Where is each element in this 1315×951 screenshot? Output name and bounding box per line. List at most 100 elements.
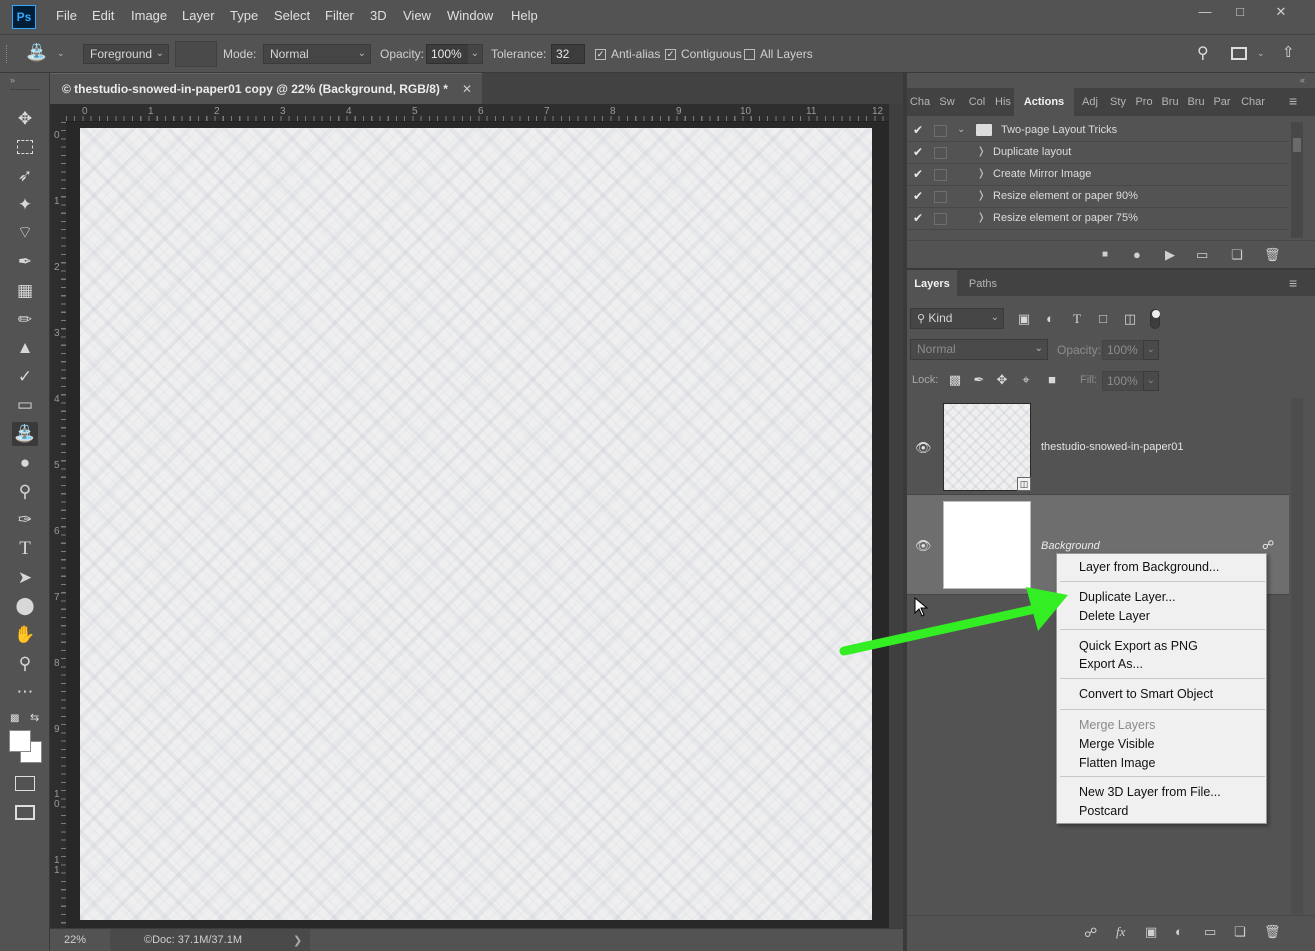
- lock-image-icon[interactable]: ✒: [970, 372, 988, 388]
- screen-mode-icon[interactable]: [15, 805, 35, 820]
- path-select-icon[interactable]: ➤: [12, 566, 38, 590]
- chevron-right-icon[interactable]: ❭: [977, 146, 985, 157]
- pen-icon[interactable]: ✑: [12, 508, 38, 532]
- tab-paths[interactable]: Paths: [959, 270, 1007, 298]
- foreground-color-swatch[interactable]: [9, 730, 31, 752]
- menu-filter[interactable]: Filter: [325, 8, 354, 23]
- pattern-picker[interactable]: [175, 41, 217, 67]
- workspace-icon[interactable]: [1231, 47, 1247, 60]
- crop-icon[interactable]: ⌔: [12, 221, 38, 245]
- menu-select[interactable]: Select: [274, 8, 310, 23]
- menu-item-convert-smart-object[interactable]: Convert to Smart Object: [1079, 687, 1213, 701]
- magic-wand-icon[interactable]: ✦: [12, 193, 38, 217]
- action-row[interactable]: ✔ ❭ Create Mirror Image: [907, 164, 1289, 186]
- tab-brush-settings[interactable]: Bru: [1183, 88, 1209, 116]
- checkmark-icon[interactable]: ✔: [913, 123, 923, 137]
- opacity-slider-toggle[interactable]: ⌄: [467, 44, 483, 64]
- layers-scrollbar[interactable]: [1291, 398, 1303, 914]
- menu-item-export-as[interactable]: Export As...: [1079, 657, 1143, 671]
- filter-toggle[interactable]: [1150, 309, 1160, 329]
- eyedropper-icon[interactable]: ✒: [12, 250, 38, 274]
- fill-source-select[interactable]: Foreground ⌄: [83, 44, 169, 64]
- trash-icon[interactable]: 🗑: [1264, 924, 1281, 940]
- minimize-icon[interactable]: —: [1194, 4, 1216, 20]
- tab-adjustments[interactable]: Adj: [1075, 88, 1105, 116]
- group-folder-icon[interactable]: ▭: [1204, 924, 1216, 940]
- menu-help[interactable]: Help: [511, 8, 538, 23]
- menu-item-layer-from-background[interactable]: Layer from Background...: [1079, 560, 1219, 574]
- menu-type[interactable]: Type: [230, 8, 258, 23]
- menu-item-new-3d-layer[interactable]: New 3D Layer from File...: [1079, 785, 1221, 799]
- chevron-right-icon[interactable]: ❭: [977, 190, 985, 201]
- menu-item-flatten-image[interactable]: Flatten Image: [1079, 756, 1155, 770]
- tab-styles[interactable]: Sty: [1105, 88, 1131, 116]
- tab-character[interactable]: Char: [1237, 88, 1269, 116]
- menu-item-merge-visible[interactable]: Merge Visible: [1079, 737, 1155, 751]
- chevron-down-icon[interactable]: ⌄: [57, 48, 65, 59]
- tab-brushes[interactable]: Bru: [1157, 88, 1183, 116]
- share-icon[interactable]: ⇧: [1282, 43, 1295, 61]
- actions-scrollbar[interactable]: [1291, 122, 1303, 238]
- menu-edit[interactable]: Edit: [92, 8, 114, 23]
- new-set-folder-icon[interactable]: ▭: [1196, 247, 1208, 263]
- stop-icon[interactable]: ■: [1102, 249, 1108, 260]
- layer-name[interactable]: Background: [1041, 540, 1100, 552]
- ruler-origin[interactable]: [50, 104, 66, 122]
- mode-select[interactable]: Normal ⌄: [263, 44, 371, 64]
- lock-position-icon[interactable]: ✥: [993, 372, 1011, 388]
- tab-color[interactable]: Col: [963, 88, 991, 116]
- action-set-row[interactable]: ✔ ⌄ Two-page Layout Tricks: [907, 120, 1289, 142]
- checkmark-icon[interactable]: ✔: [913, 211, 923, 225]
- checkmark-icon[interactable]: ✔: [913, 189, 923, 203]
- tab-swatches[interactable]: Sw: [935, 88, 959, 116]
- tolerance-input[interactable]: 32: [551, 44, 585, 64]
- adjustment-layer-icon[interactable]: ◐: [1175, 924, 1183, 939]
- smart-object-filter-icon[interactable]: ◫: [1121, 311, 1139, 327]
- vertical-scrollbar[interactable]: [889, 104, 903, 928]
- tab-properties[interactable]: Pro: [1131, 88, 1157, 116]
- pixel-filter-icon[interactable]: ▣: [1015, 311, 1033, 327]
- lasso-icon[interactable]: ➶: [12, 164, 38, 188]
- search-icon[interactable]: ⚲: [1197, 43, 1209, 63]
- paint-bucket-preset-icon[interactable]: ⛲: [26, 43, 47, 63]
- eraser-icon[interactable]: ▭: [12, 393, 38, 417]
- fx-icon[interactable]: fx: [1116, 924, 1125, 940]
- chevron-down-icon[interactable]: ⌄: [1257, 48, 1265, 59]
- menu-item-postcard[interactable]: Postcard: [1079, 804, 1128, 818]
- fill-slider[interactable]: ⌄: [1143, 371, 1159, 391]
- adjustment-filter-icon[interactable]: ◐: [1041, 311, 1059, 327]
- all-layers-checkbox[interactable]: [744, 49, 755, 60]
- trash-icon[interactable]: 🗑: [1264, 247, 1281, 263]
- hand-icon[interactable]: ✋: [12, 623, 38, 647]
- dialog-toggle[interactable]: [934, 125, 947, 137]
- menu-layer[interactable]: Layer: [182, 8, 215, 23]
- contiguous-checkbox[interactable]: ✓: [665, 49, 676, 60]
- history-brush-icon[interactable]: ✓: [12, 365, 38, 389]
- play-icon[interactable]: ▶: [1165, 247, 1175, 263]
- menu-3d[interactable]: 3D: [370, 8, 387, 23]
- type-icon[interactable]: T: [12, 537, 38, 561]
- chevron-right-icon[interactable]: ❭: [977, 212, 985, 223]
- document-tab[interactable]: © thestudio-snowed-in-paper01 copy @ 22%…: [50, 73, 482, 104]
- layer-filter-select[interactable]: ⚲ Kind ⌄: [910, 308, 1004, 329]
- layer-opacity-input[interactable]: 100%: [1102, 340, 1144, 360]
- more-icon[interactable]: ⋯: [12, 680, 38, 704]
- lock-transparent-icon[interactable]: ▩: [946, 372, 964, 388]
- stamp-icon[interactable]: ▲: [12, 336, 38, 360]
- close-tab-icon[interactable]: ✕: [462, 74, 472, 104]
- brush-icon[interactable]: ✏: [12, 308, 38, 332]
- menu-image[interactable]: Image: [131, 8, 167, 23]
- link-layers-icon[interactable]: ☍: [1084, 925, 1097, 941]
- new-layer-icon[interactable]: ❏: [1234, 924, 1246, 940]
- tab-paragraph[interactable]: Par: [1209, 88, 1235, 116]
- status-menu-arrow[interactable]: ❯: [293, 934, 302, 947]
- tab-history[interactable]: His: [991, 88, 1015, 116]
- menu-file[interactable]: File: [56, 8, 77, 23]
- document-canvas[interactable]: [80, 128, 872, 920]
- lock-all-icon[interactable]: ■: [1043, 372, 1061, 388]
- eye-icon[interactable]: 👁: [915, 440, 932, 456]
- anti-alias-checkbox[interactable]: ✓: [595, 49, 606, 60]
- zoom-level[interactable]: 22%: [64, 934, 86, 946]
- action-row[interactable]: ✔ ❭ Resize element or paper 90%: [907, 186, 1289, 208]
- action-row[interactable]: ✔ ❭ Duplicate layout: [907, 142, 1289, 164]
